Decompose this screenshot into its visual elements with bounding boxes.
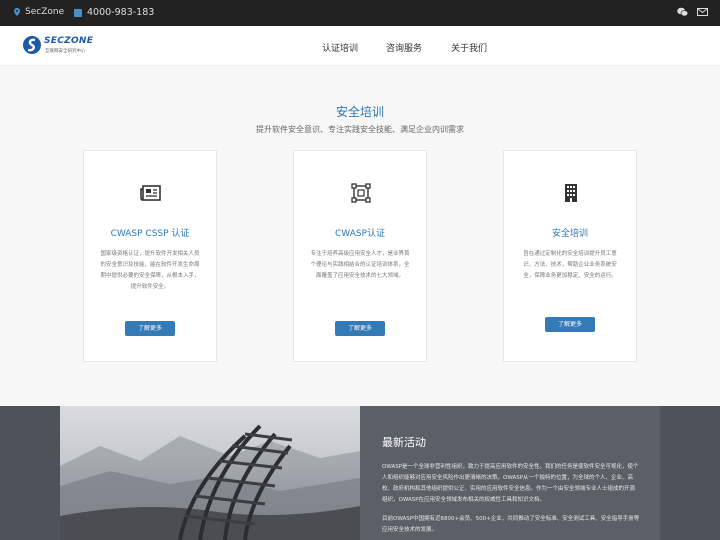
card-description: 国家级资格认证，提升软件开发相关人员的安全意识及技能，能在软件开发生命周期中提供… [100, 251, 200, 290]
shipwreck-photo [60, 406, 360, 540]
phone-icon [74, 8, 82, 17]
newspaper-icon [140, 185, 161, 201]
top-bar: SecZone 4000-983-183 [0, 0, 720, 26]
news-paragraph: 目前OWASP中国拥有近6800+会员、500+企业，共同推动了安全标准、安全测… [382, 516, 640, 533]
learn-more-button[interactable]: 了解更多 [125, 321, 175, 336]
card-cwasp: CWASP认证 专注于培养高级应用安全人才，是业界首个理论与实践相结合的认证培训… [293, 150, 427, 362]
map-pin-icon [14, 8, 20, 16]
wechat-icon[interactable] [677, 7, 688, 17]
nav-certification[interactable]: 认证培训 [322, 41, 358, 54]
news-paragraph: OWASP是一个全球非营利性组织，致力于提高应用软件的安全性。我们的任务是使软件… [382, 464, 639, 503]
card-description: 专注于培养高级应用安全人才，是业界首个理论与实践相结合的认证培训体系，全面覆盖了… [310, 251, 410, 279]
phone-item: 4000-983-183 [74, 7, 154, 18]
news-title: 最新活动 [382, 436, 426, 449]
logo[interactable]: SECZONE 互联网安全研究中心 [22, 34, 102, 58]
mail-icon[interactable] [697, 7, 708, 17]
card-title: CWASP认证 [335, 229, 385, 239]
section-title: 安全培训 [335, 105, 384, 119]
card-training: 安全培训 旨在通过定制化的安全培训提升员工意识、方法、技术，帮助企业业务系统安全… [503, 150, 637, 362]
learn-more-button[interactable]: 了解更多 [335, 321, 385, 336]
nav-about[interactable]: 关于我们 [451, 41, 487, 54]
news-panel: 最新活动 OWASP是一个全球非营利性组织，致力于提高应用软件的安全性。我们的任… [360, 406, 660, 540]
nav-consulting[interactable]: 咨询服务 [386, 41, 422, 54]
logo-mark-icon [23, 36, 41, 54]
brand-text: SecZone [25, 7, 65, 17]
shipwreck-image [60, 424, 360, 540]
building-icon [565, 184, 577, 202]
selection-icon [351, 183, 371, 203]
card-title: CWASP CSSP 认证 [110, 229, 190, 239]
header: SECZONE 互联网安全研究中心 认证培训 咨询服务 关于我们 [0, 26, 720, 66]
card-description: 旨在通过定制化的安全培训提升员工意识、方法、技术，帮助企业业务系统安全，保障业务… [523, 251, 617, 279]
phone-number: 4000-983-183 [87, 7, 155, 18]
section-subtitle: 提升软件安全意识、专注实践安全技能、满足企业内训需求 [256, 125, 464, 134]
location-item: SecZone [14, 7, 64, 17]
card-title: 安全培训 [551, 229, 588, 239]
logo-text: SECZONE [44, 36, 94, 46]
logo-subtitle: 互联网安全研究中心 [45, 49, 86, 54]
card-cssp: CWASP CSSP 认证 国家级资格认证，提升软件开发相关人员的安全意识及技能… [83, 150, 217, 362]
learn-more-button[interactable]: 了解更多 [545, 317, 595, 332]
